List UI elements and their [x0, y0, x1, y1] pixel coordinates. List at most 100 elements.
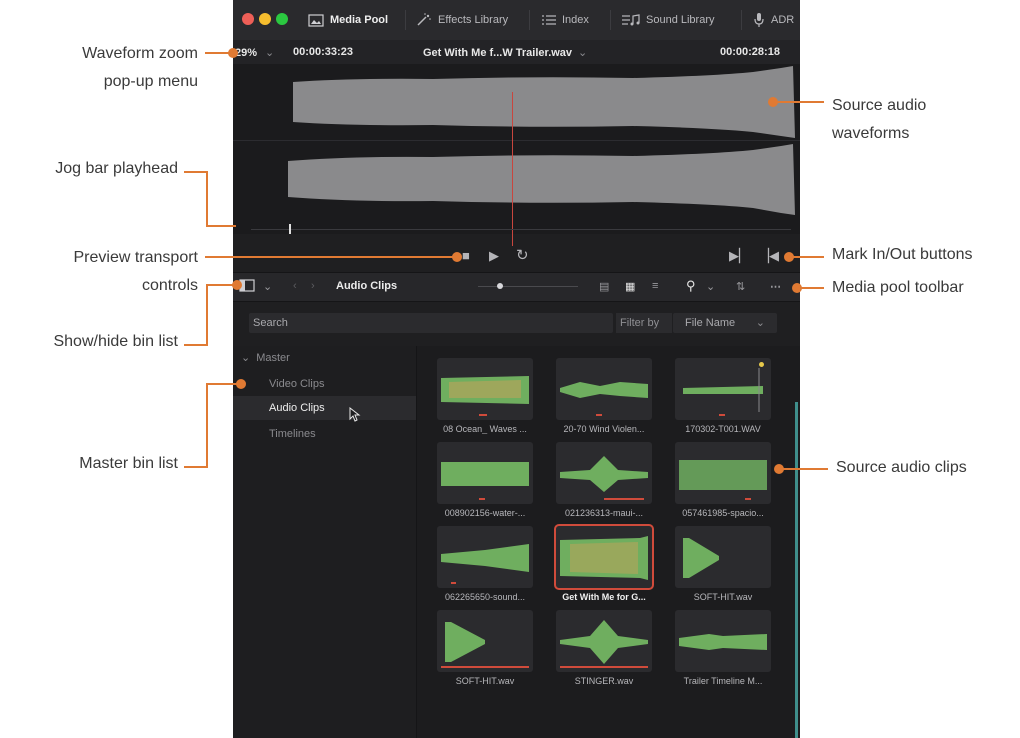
clip-marker — [441, 666, 529, 668]
audio-viewer[interactable] — [233, 64, 800, 246]
chevron-down-icon[interactable]: ⌄ — [706, 280, 715, 293]
sort-icon[interactable]: ⇅ — [736, 280, 745, 293]
more-options-icon[interactable]: ⋯ — [770, 280, 781, 293]
viewer-header: 29% ⌄ 00:00:33:23 Get With Me f...W Trail… — [233, 40, 800, 64]
forward-arrow-icon[interactable]: › — [311, 280, 315, 292]
clip-thumbnail[interactable] — [675, 358, 771, 420]
leader-line — [206, 225, 236, 227]
jog-bar[interactable] — [251, 229, 791, 230]
search-icon[interactable]: ⚲ — [686, 278, 696, 294]
loop-button[interactable]: ↻ — [516, 246, 529, 264]
clip-name-label: 170302-T001.WAV — [685, 424, 761, 434]
tab-sound-library[interactable]: Sound Library — [622, 0, 715, 40]
slider-knob[interactable] — [497, 283, 503, 289]
chevron-down-icon: ⌄ — [265, 47, 275, 59]
media-pool-window: Media Pool Effects Library Index Sound L… — [233, 0, 800, 738]
clip-thumbnail[interactable] — [675, 442, 771, 504]
play-button[interactable]: ▶ — [489, 248, 499, 264]
callout-toolbar: Media pool toolbar — [832, 279, 964, 296]
waveform-channel-1 — [293, 66, 795, 138]
media-pool-toolbar: ⌄ ‹ › Audio Clips ▤ ▦ ≡ ⚲ ⌄ ⇅ ⋯ — [233, 272, 800, 302]
tab-index[interactable]: Index — [542, 0, 589, 40]
thumbnail-view-icon[interactable]: ▦ — [625, 280, 635, 293]
clip-thumbnail-grid[interactable]: 08 Ocean_ Waves ... 20-70 Wind Violen...… — [417, 346, 800, 738]
leader-line — [776, 101, 824, 103]
clip-thumbnail[interactable] — [437, 358, 533, 420]
clip-thumbnail[interactable] — [556, 610, 652, 672]
clip-name: Get With Me f...W Trailer.wav — [423, 47, 573, 59]
tab-adr[interactable]: ADR — [753, 0, 794, 40]
bin-label: Timelines — [269, 428, 316, 440]
clip-name-dropdown[interactable]: Get With Me f...W Trailer.wav ⌄ — [423, 46, 587, 59]
clip-name-label: 008902156-water-... — [444, 508, 526, 518]
panel-tab-bar: Media Pool Effects Library Index Sound L… — [233, 0, 800, 41]
zoom-dropdown[interactable]: 29% ⌄ — [235, 46, 274, 59]
clip-thumbnail[interactable] — [437, 442, 533, 504]
chevron-down-icon[interactable]: ⌄ — [263, 280, 272, 293]
mouse-pointer-icon — [349, 407, 361, 422]
clip-name-label: 062265650-sound... — [444, 592, 526, 602]
tab-media-pool[interactable]: Media Pool — [308, 0, 388, 40]
thumbnail-size-slider[interactable] — [478, 286, 578, 287]
close-window-button[interactable] — [242, 13, 254, 25]
tab-label: ADR — [771, 14, 795, 26]
filter-field-dropdown[interactable]: File Name ⌄ — [673, 313, 777, 333]
callout-waveform-zoom: Waveform zoom pop-up menu — [82, 45, 198, 90]
clip-name-label: 057461985-spacio... — [682, 508, 764, 518]
stop-button[interactable]: ■ — [462, 248, 470, 263]
minimize-window-button[interactable] — [259, 13, 271, 25]
leader-line — [205, 256, 455, 258]
chevron-down-icon: ⌄ — [578, 47, 588, 59]
leader-line — [206, 171, 208, 226]
preview-playhead[interactable] — [512, 92, 513, 246]
leader-line — [206, 285, 208, 346]
tab-divider — [741, 10, 742, 30]
timecode-duration: 00:00:33:23 — [293, 46, 353, 58]
clip-thumbnail[interactable] — [437, 610, 533, 672]
bin-item-audio-clips[interactable]: Audio Clips — [233, 396, 416, 420]
leader-line — [800, 287, 824, 289]
clip-name-label: Trailer Timeline M... — [683, 676, 763, 686]
timecode-current: 00:00:28:18 — [720, 46, 780, 58]
search-input[interactable]: Search — [249, 313, 613, 333]
index-list-icon — [542, 15, 556, 25]
leader-line — [792, 256, 824, 258]
back-arrow-icon[interactable]: ‹ — [293, 280, 297, 292]
chevron-down-icon: ⌄ — [241, 352, 251, 364]
filter-field-value: File Name — [685, 317, 736, 329]
leader-line — [184, 466, 206, 468]
grid-scrollbar[interactable] — [795, 402, 798, 738]
bin-label: Audio Clips — [269, 402, 325, 414]
jog-bar-playhead[interactable] — [289, 224, 291, 234]
clip-thumbnail[interactable] — [675, 526, 771, 588]
effects-wand-icon — [417, 13, 431, 26]
clip-thumbnail-selected[interactable] — [554, 524, 654, 590]
clip-thumbnail[interactable] — [556, 442, 652, 504]
callout-dot — [228, 48, 238, 58]
mark-out-button[interactable]: ▕◀ — [759, 248, 779, 264]
master-bin-list: ⌄ Master Video Clips Audio Clips Timeline… — [233, 346, 417, 738]
microphone-icon — [754, 13, 764, 27]
leader-line — [184, 344, 206, 346]
callout-mark-in-out: Mark In/Out buttons — [832, 246, 973, 263]
clip-marker — [479, 498, 485, 500]
tab-effects-library[interactable]: Effects Library — [416, 0, 508, 40]
list-view-icon[interactable]: ≡ — [652, 280, 658, 292]
clip-name-label: SOFT-HIT.wav — [455, 676, 515, 686]
mark-in-button[interactable]: ▶▏ — [729, 248, 749, 264]
clip-thumbnail[interactable] — [556, 358, 652, 420]
clip-marker — [451, 582, 456, 584]
filmstrip-view-icon[interactable]: ▤ — [599, 280, 609, 293]
bin-item-master[interactable]: ⌄ Master — [233, 346, 416, 370]
clip-marker — [560, 666, 648, 668]
leader-line — [206, 383, 238, 385]
bin-item-video-clips[interactable]: Video Clips — [233, 372, 416, 396]
clip-thumbnail[interactable] — [675, 610, 771, 672]
zoom-window-button[interactable] — [276, 13, 288, 25]
tab-divider — [610, 10, 611, 30]
clip-marker — [604, 498, 644, 500]
leader-line — [206, 284, 234, 286]
callout-transport: Preview transport controls — [73, 249, 199, 294]
bin-item-timelines[interactable]: Timelines — [233, 422, 416, 446]
clip-thumbnail[interactable] — [437, 526, 533, 588]
